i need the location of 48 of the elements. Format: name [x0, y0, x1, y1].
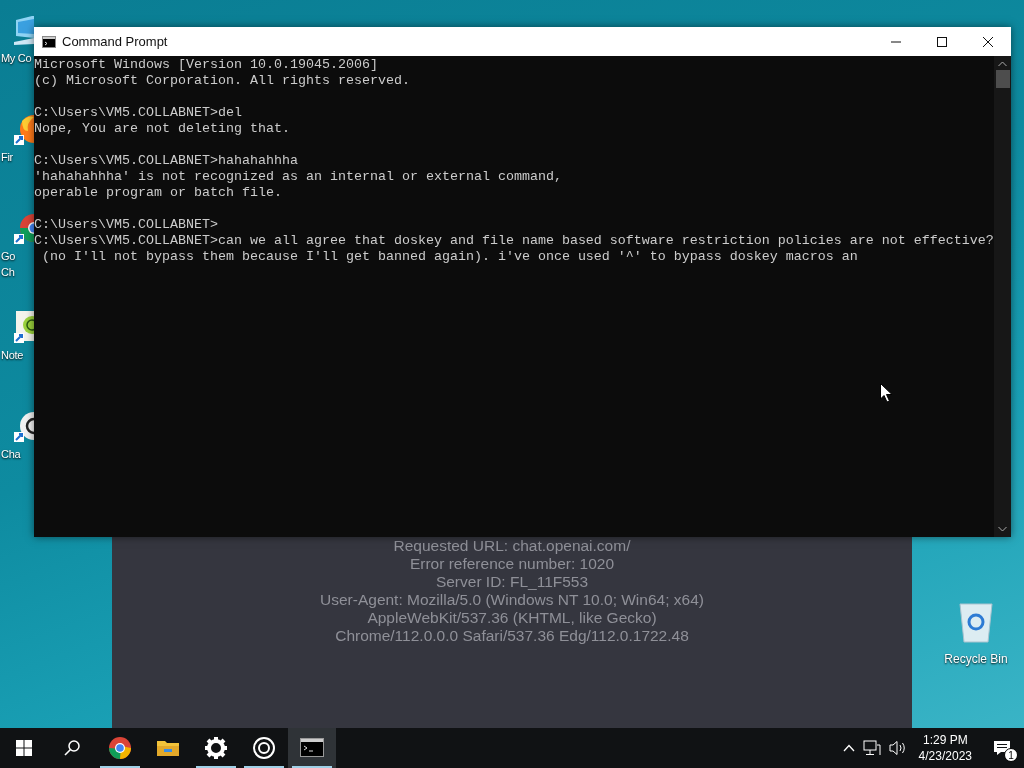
console-line: C:\Users\VM5.COLLABNET>del [34, 105, 242, 121]
console-line: operable program or batch file. [34, 185, 282, 201]
error-detail-text: Server ID: FL_11F553 [435, 573, 589, 591]
console-line: (no I'll not bypass them because I'll get banned again). i've once used '^' to bypass doskey macros an [41, 249, 858, 265]
error-detail-text: Requested URL: chat.openai.com/ [393, 537, 631, 555]
scroll-down-icon[interactable] [998, 526, 1007, 532]
settings-icon [204, 736, 228, 760]
console-icon [300, 736, 324, 760]
error-detail-text: Chrome/112.0.0.0 Safari/537.36 Edg/112.0.1722.48 [335, 627, 689, 645]
close-icon [983, 36, 993, 47]
icon-label[interactable]: Go Ch [0, 248, 16, 280]
chrome-icon [108, 736, 132, 760]
computer-icon[interactable] [14, 14, 34, 46]
error-detail-text: Error reference number: 1020 [409, 555, 615, 573]
icon-label[interactable]: Note [0, 347, 24, 363]
error-detail-text: AppleWebKit/537.36 (KHTML, like Gecko) [367, 609, 657, 627]
console-line: (c) Microsoft Corporation. All rights reserved. [34, 73, 410, 89]
icon-label[interactable]: Fir [0, 149, 13, 165]
console-line: C:\Users\VM5.COLLABNET> [34, 217, 218, 233]
taskbar-app-button[interactable] [288, 728, 336, 768]
windows-logo-icon [16, 740, 32, 756]
icon-label[interactable]: My Co [0, 50, 32, 66]
search-icon [64, 740, 80, 756]
chatbot-icon [252, 736, 276, 760]
console-line: C:\Users\VM5.COLLABNET>hahahahhha [34, 153, 298, 169]
console-line: Microsoft Windows [Version 10.0.19045.2006] [34, 57, 378, 73]
mouse-pointer-icon [880, 383, 893, 403]
icon-label[interactable]: Cha [0, 446, 21, 462]
notification-icon [993, 740, 1011, 756]
error-detail-text: User-Agent: Mozilla/5.0 (Windows NT 10.0; Win64; x64) [320, 591, 704, 609]
scroll-up-icon[interactable] [998, 61, 1007, 67]
icon-label[interactable]: Recycle Bin [944, 650, 1008, 668]
clock-button[interactable]: 1:29 PM 4/23/2023 [910, 732, 980, 764]
chevron-up-icon [842, 744, 855, 752]
console-line: 'hahahahhha' is not recognized as an internal or external command, [34, 169, 562, 185]
console-line: Nope, You are not deleting that. [34, 121, 290, 137]
notification-count: 1 [1004, 748, 1018, 762]
notifications-button[interactable]: 1 [980, 728, 1024, 768]
maximize-icon [937, 36, 947, 47]
scrollbar[interactable] [994, 56, 1011, 537]
console-line: C:\Users\VM5.COLLABNET>can we all agree that doskey and file name based software restriction policies are not effective? [34, 233, 994, 249]
console-icon [42, 35, 56, 48]
scrollbar-thumb[interactable] [995, 70, 1010, 88]
speaker-icon [888, 740, 907, 756]
window-title: Command Prompt [62, 32, 168, 51]
recycle-bin-icon[interactable] [958, 600, 994, 644]
network-icon [862, 740, 881, 756]
notepad-icon[interactable] [14, 311, 34, 343]
